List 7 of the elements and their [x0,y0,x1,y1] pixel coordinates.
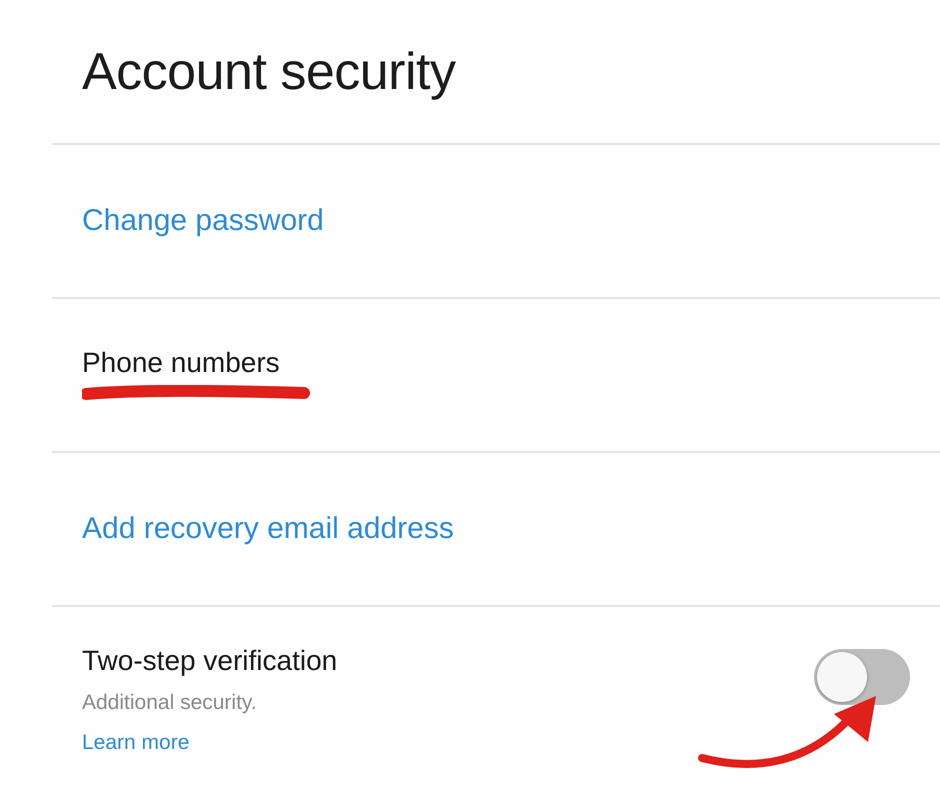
description-text: Additional security. [82,691,257,715]
learn-more-link[interactable]: Learn more [82,731,190,755]
section-label: Two-step verification [82,645,338,677]
page-title: Account security [82,42,456,102]
settings-link[interactable]: Add recovery email address [82,512,454,546]
settings-link[interactable]: Change password [82,204,324,238]
section-label: Phone numbers [82,347,280,379]
